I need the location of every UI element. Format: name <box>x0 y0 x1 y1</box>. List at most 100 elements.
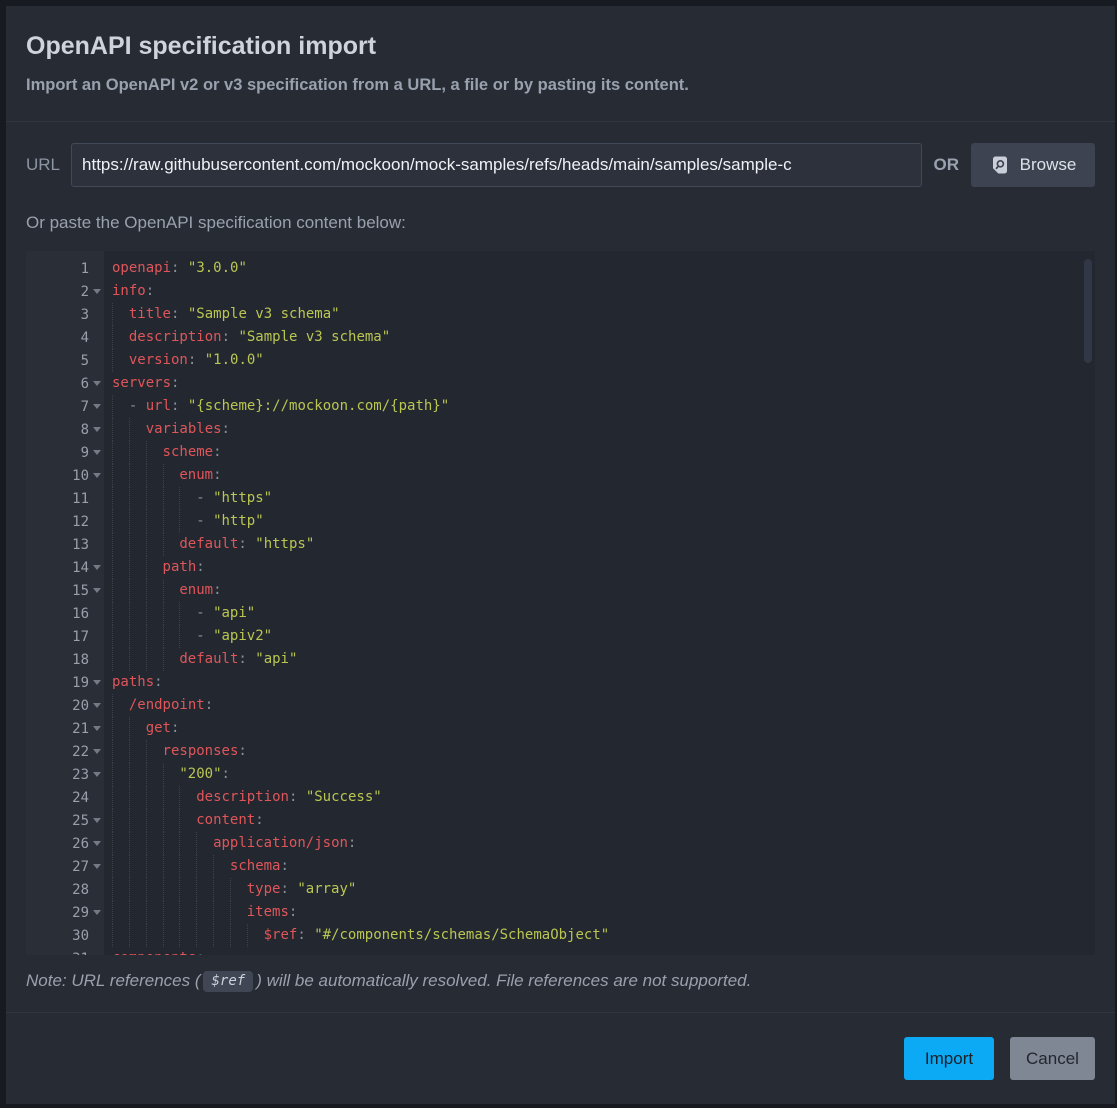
code-line: description: "Sample v3 schema" <box>112 326 1095 349</box>
fold-arrow-icon[interactable] <box>93 726 101 731</box>
indent-guide <box>163 763 180 786</box>
line-number: 1 <box>26 257 104 280</box>
line-number: 13 <box>26 533 104 556</box>
indent-guide <box>129 441 146 464</box>
indent-guide <box>146 901 163 924</box>
indent-guide <box>163 510 180 533</box>
indent-guide <box>129 832 146 855</box>
code-line: - url: "{scheme}://mockoon.com/{path}" <box>112 395 1095 418</box>
line-number[interactable]: 9 <box>26 441 104 464</box>
indent-guide <box>179 901 196 924</box>
indent-guide <box>163 901 180 924</box>
indent-guide <box>146 809 163 832</box>
code-line: scheme: <box>112 441 1095 464</box>
line-number[interactable]: 21 <box>26 717 104 740</box>
code-line: - "api" <box>112 602 1095 625</box>
indent-guide <box>179 878 196 901</box>
fold-arrow-icon[interactable] <box>93 864 101 869</box>
code-line: $ref: "#/components/schemas/SchemaObject… <box>112 924 1095 947</box>
indent-guide <box>163 832 180 855</box>
line-number[interactable]: 10 <box>26 464 104 487</box>
indent-guide <box>129 717 146 740</box>
line-number: 24 <box>26 786 104 809</box>
note-text-after: ) will be automatically resolved. File r… <box>256 971 751 990</box>
line-number[interactable]: 22 <box>26 740 104 763</box>
line-number[interactable]: 31 <box>26 947 104 955</box>
indent-guide <box>129 763 146 786</box>
code-line: - "https" <box>112 487 1095 510</box>
cancel-button[interactable]: Cancel <box>1010 1037 1095 1080</box>
line-number[interactable]: 29 <box>26 901 104 924</box>
fold-arrow-icon[interactable] <box>93 381 101 386</box>
fold-arrow-icon[interactable] <box>93 565 101 570</box>
indent-guide <box>146 464 163 487</box>
indent-guide <box>112 648 129 671</box>
indent-guide <box>247 924 264 947</box>
indent-guide <box>112 878 129 901</box>
line-number: 18 <box>26 648 104 671</box>
fold-arrow-icon[interactable] <box>93 910 101 915</box>
code-line: path: <box>112 556 1095 579</box>
indent-guide <box>129 901 146 924</box>
code-line: items: <box>112 901 1095 924</box>
fold-arrow-icon[interactable] <box>93 404 101 409</box>
line-number[interactable]: 25 <box>26 809 104 832</box>
line-number[interactable]: 14 <box>26 556 104 579</box>
indent-guide <box>129 855 146 878</box>
line-number[interactable]: 23 <box>26 763 104 786</box>
browse-button[interactable]: Browse <box>971 143 1095 187</box>
import-button[interactable]: Import <box>904 1037 994 1080</box>
ref-note: Note: URL references ($ref) will be auto… <box>26 967 1095 995</box>
line-number: 16 <box>26 602 104 625</box>
line-number[interactable]: 19 <box>26 671 104 694</box>
indent-guide <box>112 556 129 579</box>
fold-arrow-icon[interactable] <box>93 473 101 478</box>
fold-arrow-icon[interactable] <box>93 703 101 708</box>
fold-arrow-icon[interactable] <box>93 772 101 777</box>
code-line: get: <box>112 717 1095 740</box>
fold-arrow-icon[interactable] <box>93 680 101 685</box>
line-number: 3 <box>26 303 104 326</box>
url-input[interactable] <box>71 143 921 187</box>
indent-guide <box>112 349 129 372</box>
indent-guide <box>146 855 163 878</box>
code-line: content: <box>112 809 1095 832</box>
fold-arrow-icon[interactable] <box>93 588 101 593</box>
indent-guide <box>179 855 196 878</box>
indent-guide <box>112 602 129 625</box>
editor-code[interactable]: openapi: "3.0.0"info:title: "Sample v3 s… <box>104 251 1095 955</box>
indent-guide <box>179 487 196 510</box>
fold-arrow-icon[interactable] <box>93 841 101 846</box>
indent-guide <box>129 533 146 556</box>
fold-arrow-icon[interactable] <box>93 818 101 823</box>
code-line: title: "Sample v3 schema" <box>112 303 1095 326</box>
indent-guide <box>179 832 196 855</box>
indent-guide <box>129 878 146 901</box>
code-line: version: "1.0.0" <box>112 349 1095 372</box>
indent-guide <box>129 924 146 947</box>
line-number[interactable]: 8 <box>26 418 104 441</box>
line-number[interactable]: 7 <box>26 395 104 418</box>
fold-arrow-icon[interactable] <box>93 450 101 455</box>
indent-guide <box>112 579 129 602</box>
indent-guide <box>213 924 230 947</box>
line-number[interactable]: 15 <box>26 579 104 602</box>
line-number[interactable]: 27 <box>26 855 104 878</box>
indent-guide <box>213 878 230 901</box>
spec-code-editor[interactable]: 1234567891011121314151617181920212223242… <box>26 251 1095 955</box>
fold-arrow-icon[interactable] <box>93 289 101 294</box>
fold-arrow-icon[interactable] <box>93 749 101 754</box>
indent-guide <box>146 441 163 464</box>
indent-guide <box>163 855 180 878</box>
indent-guide <box>129 510 146 533</box>
line-number[interactable]: 2 <box>26 280 104 303</box>
line-number[interactable]: 6 <box>26 372 104 395</box>
line-number[interactable]: 26 <box>26 832 104 855</box>
indent-guide <box>112 303 129 326</box>
code-line: responses: <box>112 740 1095 763</box>
editor-scrollbar-thumb[interactable] <box>1084 259 1092 363</box>
indent-guide <box>112 441 129 464</box>
line-number[interactable]: 20 <box>26 694 104 717</box>
indent-guide <box>196 832 213 855</box>
fold-arrow-icon[interactable] <box>93 427 101 432</box>
